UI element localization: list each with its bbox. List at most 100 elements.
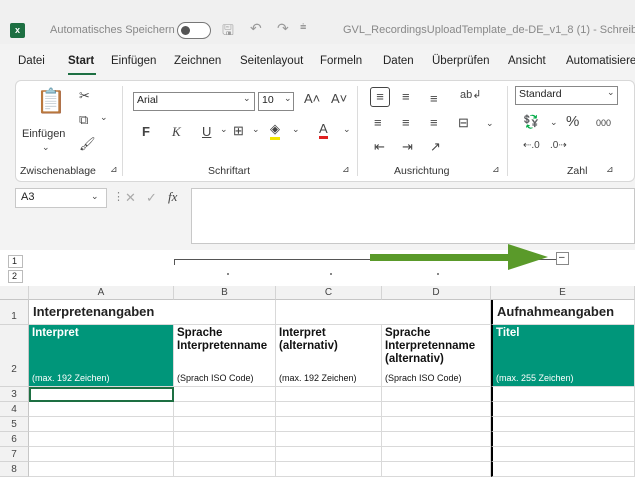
underline-button[interactable]: U bbox=[202, 124, 211, 139]
cell[interactable] bbox=[382, 387, 491, 402]
cell[interactable] bbox=[174, 417, 276, 432]
outline-level-1[interactable]: 1 bbox=[8, 255, 23, 268]
cell[interactable] bbox=[382, 417, 491, 432]
row-header-5[interactable]: 5 bbox=[0, 417, 29, 432]
cell[interactable] bbox=[174, 402, 276, 417]
cell[interactable] bbox=[491, 447, 635, 462]
cell[interactable] bbox=[382, 462, 491, 477]
autosave-toggle[interactable] bbox=[177, 22, 211, 39]
name-box-dropdown-icon[interactable]: ⌄ bbox=[91, 191, 99, 202]
cell[interactable] bbox=[491, 432, 635, 447]
cell[interactable] bbox=[174, 387, 276, 402]
align-bottom-icon[interactable]: ≡ bbox=[430, 91, 438, 106]
column-header-c[interactable]: C bbox=[276, 286, 382, 300]
row-header-1[interactable]: 1 bbox=[0, 300, 29, 325]
thousands-separator-button[interactable]: 000 bbox=[596, 118, 611, 128]
section-header-aufnahmeangaben[interactable]: Aufnahmeangaben bbox=[491, 300, 635, 325]
cell[interactable] bbox=[174, 462, 276, 477]
borders-icon[interactable]: ⊞ bbox=[233, 123, 244, 139]
header-cell-interpret[interactable]: Interpret (max. 192 Zeichen) bbox=[29, 325, 174, 387]
column-header-d[interactable]: D bbox=[382, 286, 491, 300]
cell[interactable] bbox=[276, 402, 382, 417]
header-cell-sprache[interactable]: Sprache Interpretenname (Sprach ISO Code… bbox=[174, 325, 276, 387]
cell[interactable] bbox=[174, 432, 276, 447]
align-middle-icon[interactable]: ≡ bbox=[402, 89, 410, 104]
cell[interactable] bbox=[174, 447, 276, 462]
paste-dropdown-icon[interactable]: ⌄ bbox=[42, 142, 50, 153]
font-name-select[interactable]: Arial bbox=[133, 92, 255, 111]
borders-dropdown-icon[interactable]: ⌄ bbox=[252, 124, 260, 135]
header-cell-interpret-alternativ[interactable]: Interpret (alternativ) (max. 192 Zeichen… bbox=[276, 325, 382, 387]
undo-icon[interactable]: ↶ bbox=[250, 20, 262, 37]
column-header-b[interactable]: B bbox=[174, 286, 276, 300]
tab-einfuegen[interactable]: Einfügen bbox=[111, 55, 156, 67]
cell[interactable] bbox=[382, 402, 491, 417]
accounting-dropdown-icon[interactable]: ⌄ bbox=[550, 117, 558, 128]
tab-zeichnen[interactable]: Zeichnen bbox=[174, 55, 221, 67]
redo-icon[interactable]: ↷ bbox=[277, 20, 289, 37]
cell[interactable] bbox=[276, 387, 382, 402]
cell[interactable] bbox=[276, 447, 382, 462]
tab-automatisieren[interactable]: Automatisiere bbox=[566, 55, 635, 67]
fill-color-dropdown-icon[interactable]: ⌄ bbox=[292, 124, 300, 135]
merge-dropdown-icon[interactable]: ⌄ bbox=[486, 118, 494, 129]
clipboard-launcher-icon[interactable]: ⊿ bbox=[110, 164, 118, 175]
cut-icon[interactable]: ✂ bbox=[79, 88, 90, 104]
align-top-icon[interactable]: ≡ bbox=[370, 87, 390, 107]
decrease-indent-icon[interactable]: ⇤ bbox=[374, 139, 385, 155]
font-launcher-icon[interactable]: ⊿ bbox=[342, 164, 350, 175]
number-format-dropdown-icon[interactable]: ⌄ bbox=[607, 87, 615, 98]
increase-indent-icon[interactable]: ⇥ bbox=[402, 139, 413, 155]
select-all-corner[interactable] bbox=[0, 286, 29, 300]
font-color-icon[interactable]: A bbox=[319, 121, 328, 139]
increase-font-icon[interactable]: A˄ bbox=[304, 91, 320, 106]
bold-button[interactable]: F bbox=[142, 124, 150, 139]
align-left-icon[interactable]: ≡ bbox=[374, 115, 382, 130]
number-format-select[interactable]: Standard bbox=[515, 86, 618, 105]
tab-ueberpruefen[interactable]: Überprüfen bbox=[432, 55, 490, 67]
cell[interactable] bbox=[29, 462, 174, 477]
underline-dropdown-icon[interactable]: ⌄ bbox=[220, 124, 228, 135]
italic-button[interactable]: K bbox=[172, 124, 181, 140]
cell[interactable] bbox=[382, 447, 491, 462]
cell[interactable] bbox=[29, 402, 174, 417]
cell[interactable] bbox=[491, 417, 635, 432]
save-icon[interactable]: 🖫 bbox=[222, 20, 234, 44]
tab-ansicht[interactable]: Ansicht bbox=[508, 55, 546, 67]
insert-function-button[interactable]: fx bbox=[168, 189, 177, 205]
merge-center-icon[interactable]: ⊟ bbox=[458, 115, 469, 131]
header-cell-titel[interactable]: Titel (max. 255 Zeichen) bbox=[491, 325, 635, 387]
cell[interactable] bbox=[29, 417, 174, 432]
tab-start[interactable]: Start bbox=[68, 55, 94, 67]
copy-dropdown-icon[interactable]: ⌄ bbox=[100, 112, 108, 123]
row-header-4[interactable]: 4 bbox=[0, 402, 29, 417]
formula-input[interactable] bbox=[191, 188, 635, 244]
selected-cell-a3[interactable] bbox=[29, 387, 174, 402]
align-right-icon[interactable]: ≡ bbox=[430, 115, 438, 130]
column-header-a[interactable]: A bbox=[29, 286, 174, 300]
tab-formeln[interactable]: Formeln bbox=[320, 55, 362, 67]
number-launcher-icon[interactable]: ⊿ bbox=[606, 164, 614, 175]
copy-icon[interactable]: ⧉ bbox=[79, 112, 88, 128]
orientation-icon[interactable]: ↗ bbox=[430, 139, 441, 155]
cell[interactable] bbox=[276, 462, 382, 477]
tab-daten[interactable]: Daten bbox=[383, 55, 414, 67]
alignment-launcher-icon[interactable]: ⊿ bbox=[492, 164, 500, 175]
customize-qat-icon[interactable]: ⩧ bbox=[300, 21, 306, 34]
cell[interactable] bbox=[491, 402, 635, 417]
cell[interactable] bbox=[276, 432, 382, 447]
cell[interactable] bbox=[276, 300, 491, 325]
cell[interactable] bbox=[491, 387, 635, 402]
align-center-icon[interactable]: ≡ bbox=[402, 115, 410, 130]
tab-seitenlayout[interactable]: Seitenlayout bbox=[240, 55, 303, 67]
paste-icon[interactable]: 📋 bbox=[36, 87, 66, 116]
section-header-interpretenangaben[interactable]: Interpretenangaben bbox=[29, 300, 276, 325]
font-name-dropdown-icon[interactable]: ⌄ bbox=[243, 93, 251, 104]
cell[interactable] bbox=[276, 417, 382, 432]
tab-datei[interactable]: Datei bbox=[18, 55, 45, 67]
fill-color-icon[interactable]: ◈ bbox=[270, 121, 280, 140]
font-size-dropdown-icon[interactable]: ⌄ bbox=[284, 93, 292, 104]
row-header-6[interactable]: 6 bbox=[0, 432, 29, 447]
cell[interactable] bbox=[491, 462, 635, 477]
accounting-format-icon[interactable]: 💱 bbox=[523, 114, 539, 130]
